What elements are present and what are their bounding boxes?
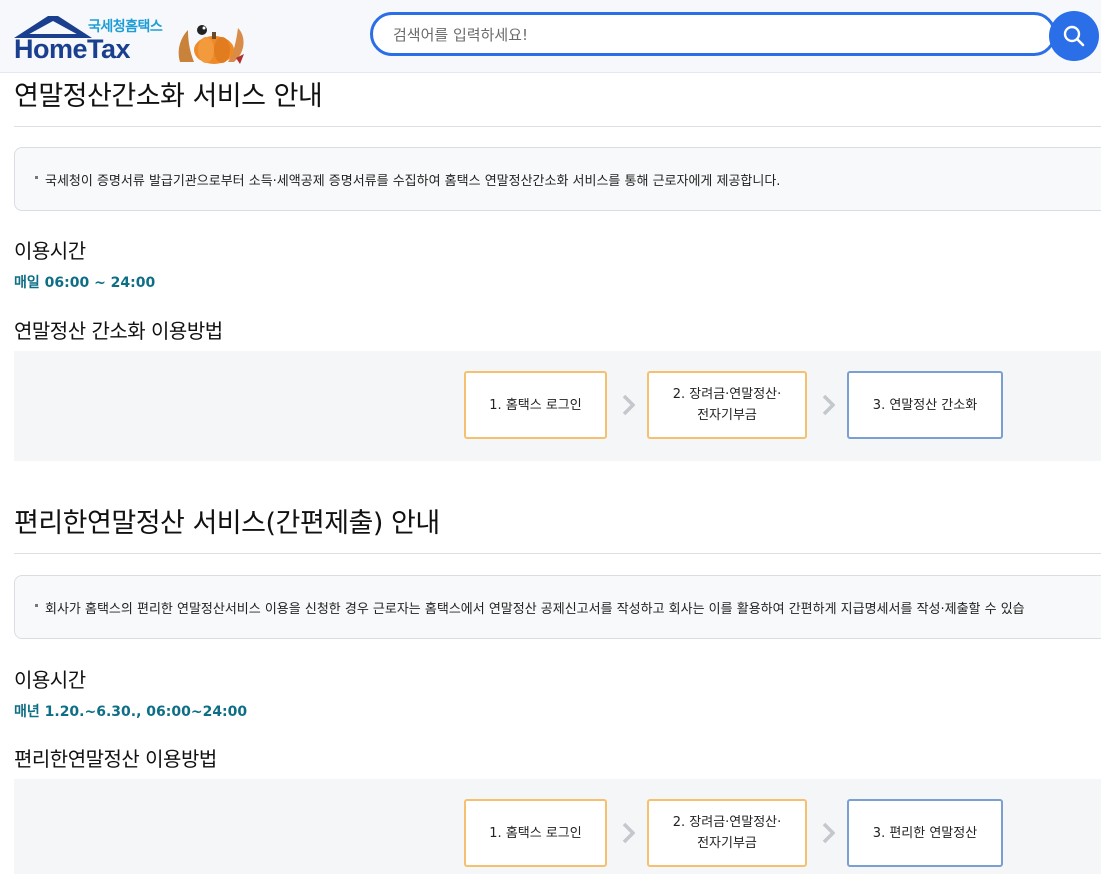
hours-value: 매일 06:00 ~ 24:00 (14, 275, 156, 291)
method-heading: 편리한연말정산 이용방법 (14, 747, 217, 771)
hours-value: 매년 1.20.~6.30., 06:00~24:00 (14, 704, 248, 720)
chevron-right-icon (822, 394, 835, 416)
hours-heading: 이용시간 (14, 239, 86, 263)
search-input[interactable] (391, 23, 1035, 47)
hometax-logo[interactable]: 국세청홈택스 HomeTax (14, 12, 254, 64)
step-incentive[interactable]: 2. 장려금·연말정산· 전자기부금 (647, 799, 807, 867)
chevron-right-icon (822, 822, 835, 844)
step-incentive[interactable]: 2. 장려금·연말정산· 전자기부금 (647, 371, 807, 439)
chevron-right-icon (622, 822, 635, 844)
step-simplified[interactable]: 3. 연말정산 간소화 (847, 371, 1003, 439)
step-login[interactable]: 1. 홈택스 로그인 (464, 371, 607, 439)
pumpkin-decoration-icon (178, 25, 244, 64)
chevron-right-icon (622, 394, 635, 416)
search-button[interactable] (1049, 11, 1099, 61)
divider (14, 126, 1101, 127)
section-title-convenient: 편리한연말정산 서비스(간편제출) 안내 (14, 508, 440, 539)
bullet-icon (35, 604, 38, 607)
method-heading: 연말정산 간소화 이용방법 (14, 319, 223, 343)
section-title-simplified: 연말정산간소화 서비스 안내 (14, 81, 323, 112)
logo-subtitle: 국세청홈택스 (88, 19, 163, 35)
step-login[interactable]: 1. 홈택스 로그인 (464, 799, 607, 867)
notice-box: 국세청이 증명서류 발급기관으로부터 소득·세액공제 증명서류를 수집하여 홈택… (14, 147, 1101, 211)
logo-brand: HomeTax (14, 34, 131, 64)
divider (14, 553, 1101, 554)
notice-box: 회사가 홈택스의 편리한 연말정산서비스 이용을 신청한 경우 근로자는 홈택스… (14, 575, 1101, 639)
search-bar[interactable] (370, 12, 1056, 56)
top-header: 국세청홈택스 HomeTax (0, 0, 1101, 73)
search-icon (1063, 25, 1085, 47)
bullet-icon (35, 176, 38, 179)
notice-text: 국세청이 증명서류 발급기관으로부터 소득·세액공제 증명서류를 수집하여 홈택… (45, 174, 781, 189)
step-convenient[interactable]: 3. 편리한 연말정산 (847, 799, 1003, 867)
notice-text: 회사가 홈택스의 편리한 연말정산서비스 이용을 신청한 경우 근로자는 홈택스… (45, 602, 1025, 617)
hours-heading: 이용시간 (14, 668, 86, 692)
